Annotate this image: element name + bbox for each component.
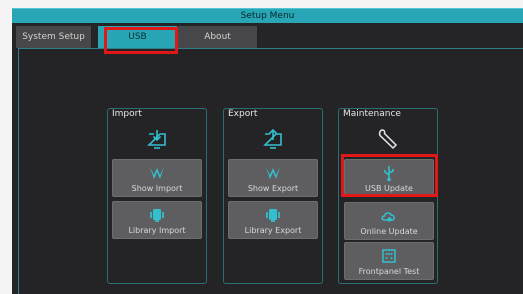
frontpanel-icon [382, 249, 396, 263]
show-export-button[interactable]: Show Export [228, 159, 318, 197]
frontpanel-test-label: Frontpanel Test [358, 267, 420, 276]
tab-system-setup[interactable]: System Setup [16, 26, 92, 48]
library-import-label: Library Import [128, 226, 186, 235]
usb-update-button[interactable]: USB Update [344, 159, 434, 197]
import-group-title: Import [112, 109, 142, 119]
show-import-label: Show Import [131, 184, 183, 193]
frontpanel-test-button[interactable]: Frontpanel Test [344, 242, 434, 280]
show-logo-icon [266, 167, 280, 179]
show-export-label: Show Export [247, 184, 299, 193]
export-group-title: Export [228, 109, 258, 119]
online-update-label: Online Update [360, 227, 418, 236]
import-group: Import Show Import Library Import [107, 108, 207, 284]
maintenance-group-title: Maintenance [343, 109, 401, 119]
monitor-export-icon [263, 128, 282, 149]
library-import-button[interactable]: Library Import [112, 201, 202, 239]
library-fixture-icon [150, 209, 164, 222]
usb-icon [384, 166, 394, 182]
tab-about[interactable]: About [178, 26, 258, 48]
library-fixture-icon [266, 209, 280, 222]
usb-update-label: USB Update [365, 184, 413, 193]
cloud-update-icon [381, 212, 395, 222]
setup-menu-window: Setup Menu System Setup USB About Import… [12, 8, 523, 294]
show-import-button[interactable]: Show Import [112, 159, 202, 197]
export-group: Export Show Export Library Export [223, 108, 323, 284]
library-export-label: Library Export [244, 226, 302, 235]
maintenance-group: Maintenance USB Update Online Update Fro… [338, 108, 438, 284]
monitor-import-icon [147, 130, 166, 149]
library-export-button[interactable]: Library Export [228, 201, 318, 239]
show-logo-icon [150, 167, 164, 179]
tab-usb[interactable]: USB [98, 26, 178, 48]
wrench-icon [378, 129, 398, 150]
window-title: Setup Menu [12, 8, 523, 23]
online-update-button[interactable]: Online Update [344, 202, 434, 240]
